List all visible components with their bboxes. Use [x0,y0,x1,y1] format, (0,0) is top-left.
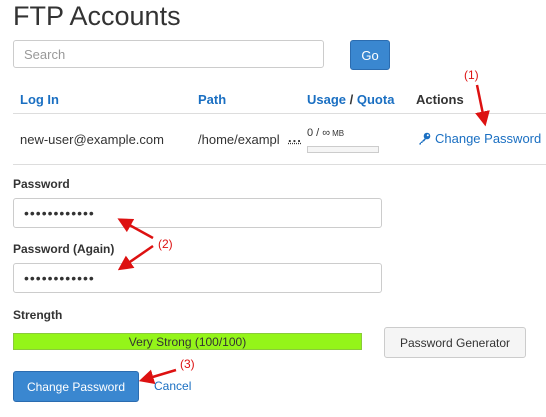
page-title: FTP Accounts [13,1,181,31]
annotation-step-1: (1) [464,68,479,82]
strength-meter: Very Strong (100/100) [13,333,362,350]
annotation-step-2: (2) [158,237,173,251]
go-button[interactable]: Go [350,40,390,70]
password-input[interactable] [13,198,382,228]
row-login: new-user@example.com [20,132,164,147]
table-row-divider [13,164,546,165]
change-password-button[interactable]: Change Password [13,371,139,402]
path-expand-link[interactable]: ... [288,130,302,145]
usage-progress-bar [307,146,379,153]
column-usage[interactable]: Usage [307,92,346,107]
password-generator-button[interactable]: Password Generator [384,327,526,358]
usage-unit: MB [332,129,345,138]
annotation-arrow-3 [138,368,177,385]
usage-value: 0 / ∞ [307,127,331,139]
row-path: /home/exampl [198,132,280,147]
password-label: Password [13,177,70,191]
annotation-step-3: (3) [180,357,195,371]
column-separator: / [346,92,357,107]
cancel-link[interactable]: Cancel [154,379,191,393]
password-again-input[interactable] [13,263,382,293]
change-password-link[interactable]: Change Password [418,131,541,146]
search-input[interactable] [13,40,324,68]
column-quota[interactable]: Quota [357,92,395,107]
key-icon [419,132,431,145]
column-usage-quota: Usage / Quota [307,92,394,107]
change-password-link-label: Change Password [435,131,542,146]
column-login[interactable]: Log In [20,92,59,107]
password-again-label: Password (Again) [13,242,115,256]
strength-label: Strength [13,308,63,322]
strength-meter-text: Very Strong (100/100) [128,335,247,349]
row-usage: 0 / ∞ MB [307,127,344,139]
column-path[interactable]: Path [198,92,226,107]
column-actions: Actions [416,92,464,107]
